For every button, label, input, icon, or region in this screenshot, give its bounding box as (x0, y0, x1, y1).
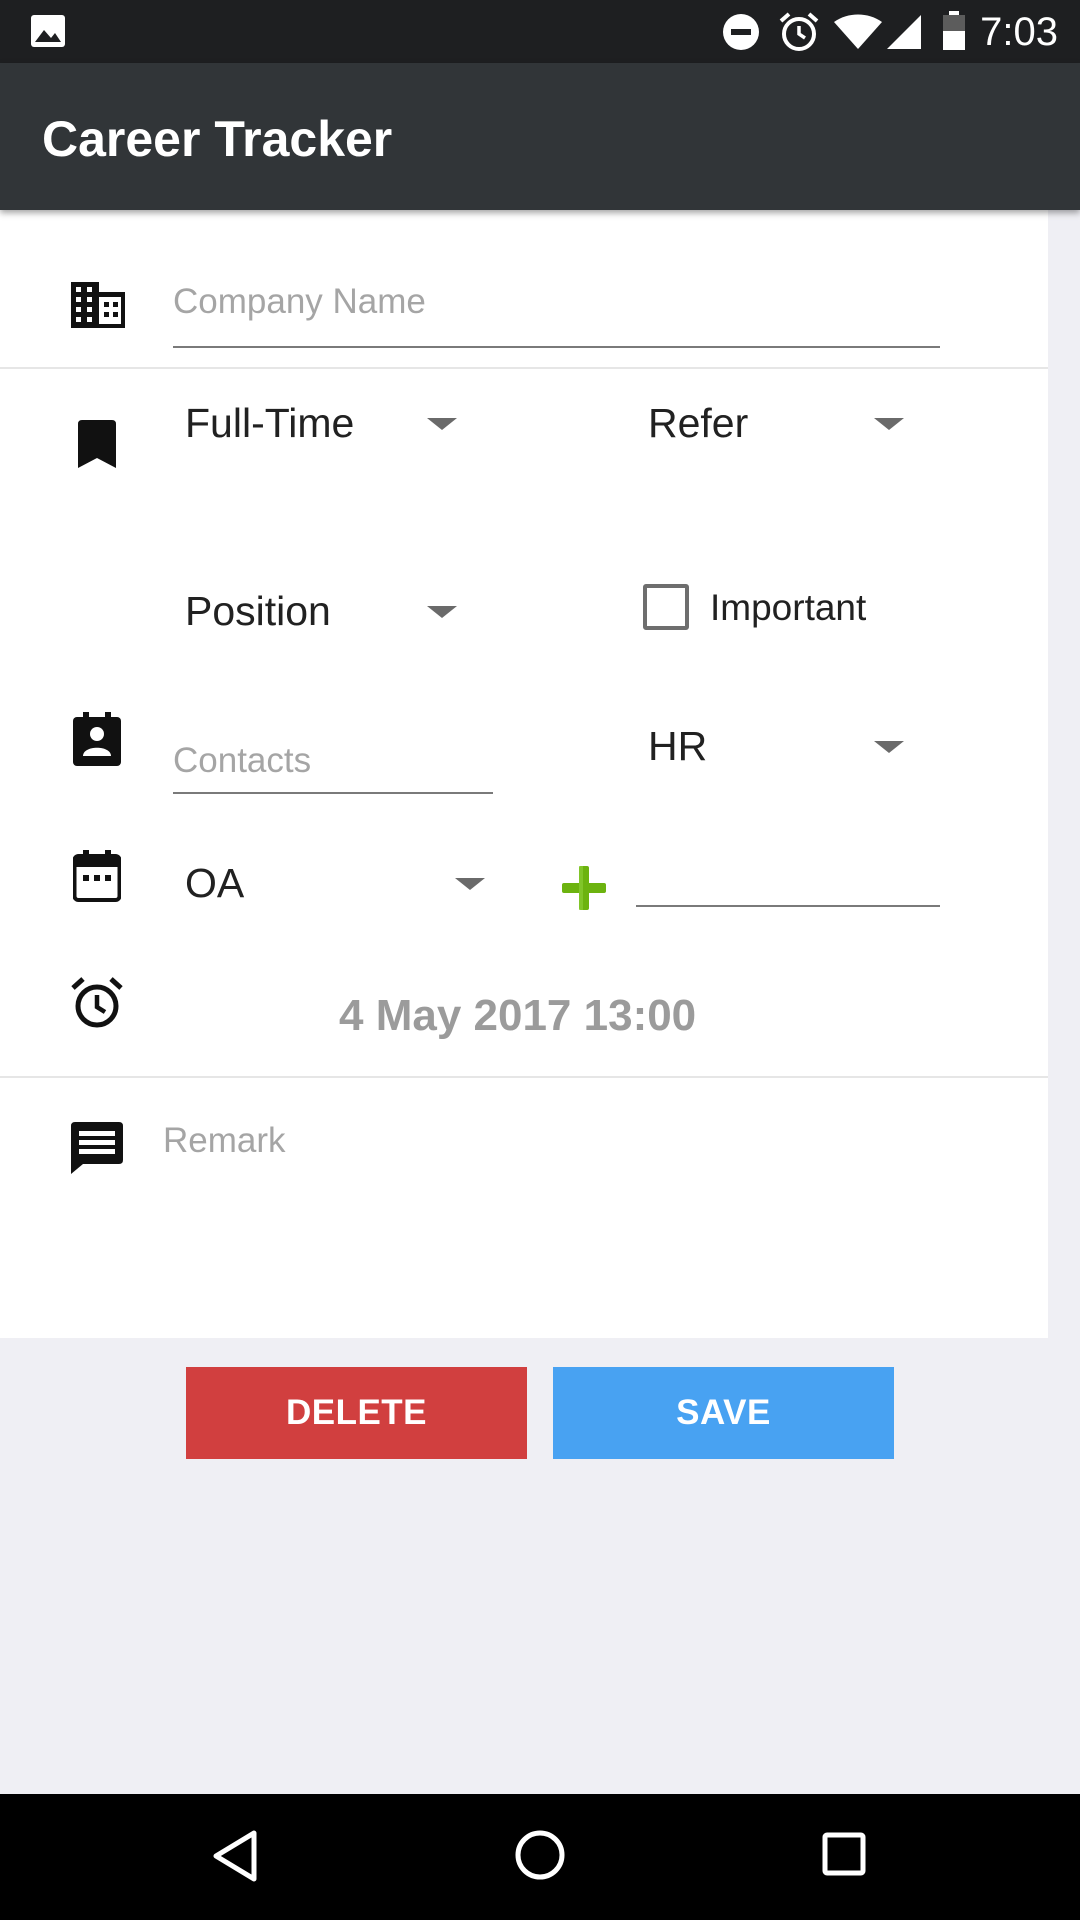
status-time: 7:03 (980, 10, 1058, 54)
stage-value: OA (185, 860, 245, 906)
reminder-datetime[interactable]: 4 May 2017 13:00 (339, 990, 696, 1042)
app-title: Career Tracker (42, 111, 393, 167)
calendar-icon (73, 850, 121, 902)
section-divider (0, 367, 1048, 369)
bookmark-icon (78, 420, 116, 468)
chevron-down-icon (427, 418, 457, 430)
entry-form: Company Name Full-Time Refer Position Im… (0, 210, 1048, 1338)
chevron-down-icon (874, 741, 904, 753)
recents-icon[interactable] (822, 1832, 866, 1876)
job-type-dropdown[interactable]: Full-Time (173, 387, 473, 457)
position-value: Position (185, 588, 331, 634)
status-bar: 7:03 (0, 0, 1080, 63)
stage-extra-input[interactable] (636, 850, 940, 910)
do-not-disturb-icon (723, 14, 759, 50)
cell-signal-icon (887, 15, 921, 49)
stage-dropdown[interactable]: OA (173, 847, 503, 917)
position-dropdown[interactable]: Position (173, 575, 473, 645)
battery-icon (943, 11, 965, 50)
contacts-input[interactable]: Contacts (173, 740, 493, 800)
wifi-icon (834, 14, 882, 49)
job-type-value: Full-Time (185, 400, 355, 446)
image-notification-icon (31, 15, 65, 47)
alarm-clock-icon (71, 977, 123, 1028)
contacts-underline (173, 792, 493, 794)
company-name-input[interactable]: Company Name (173, 281, 940, 341)
add-stage-button[interactable] (560, 864, 608, 912)
chevron-down-icon (874, 418, 904, 430)
chevron-down-icon (427, 606, 457, 618)
back-icon[interactable] (212, 1830, 258, 1882)
source-value: Refer (648, 400, 749, 446)
comment-icon (71, 1122, 123, 1174)
important-label: Important (710, 587, 867, 628)
source-dropdown[interactable]: Refer (636, 387, 916, 457)
alarm-icon (779, 12, 819, 51)
important-toggle[interactable]: Important (640, 572, 900, 642)
save-button[interactable]: SAVE (553, 1367, 894, 1459)
company-name-underline (173, 346, 940, 348)
building-icon (71, 282, 125, 328)
important-checkbox[interactable] (643, 584, 689, 630)
contact-role-dropdown[interactable]: HR (636, 710, 916, 780)
home-icon[interactable] (514, 1829, 566, 1881)
section-divider (0, 1076, 1048, 1078)
remark-input[interactable]: Remark (163, 1120, 1023, 1320)
stage-extra-underline (636, 905, 940, 907)
delete-button[interactable]: DELETE (186, 1367, 527, 1459)
contact-card-icon (73, 712, 121, 766)
app-bar: Career Tracker (0, 63, 1080, 210)
navigation-bar (0, 1794, 1080, 1920)
contact-role-value: HR (648, 723, 708, 769)
chevron-down-icon (455, 878, 485, 890)
